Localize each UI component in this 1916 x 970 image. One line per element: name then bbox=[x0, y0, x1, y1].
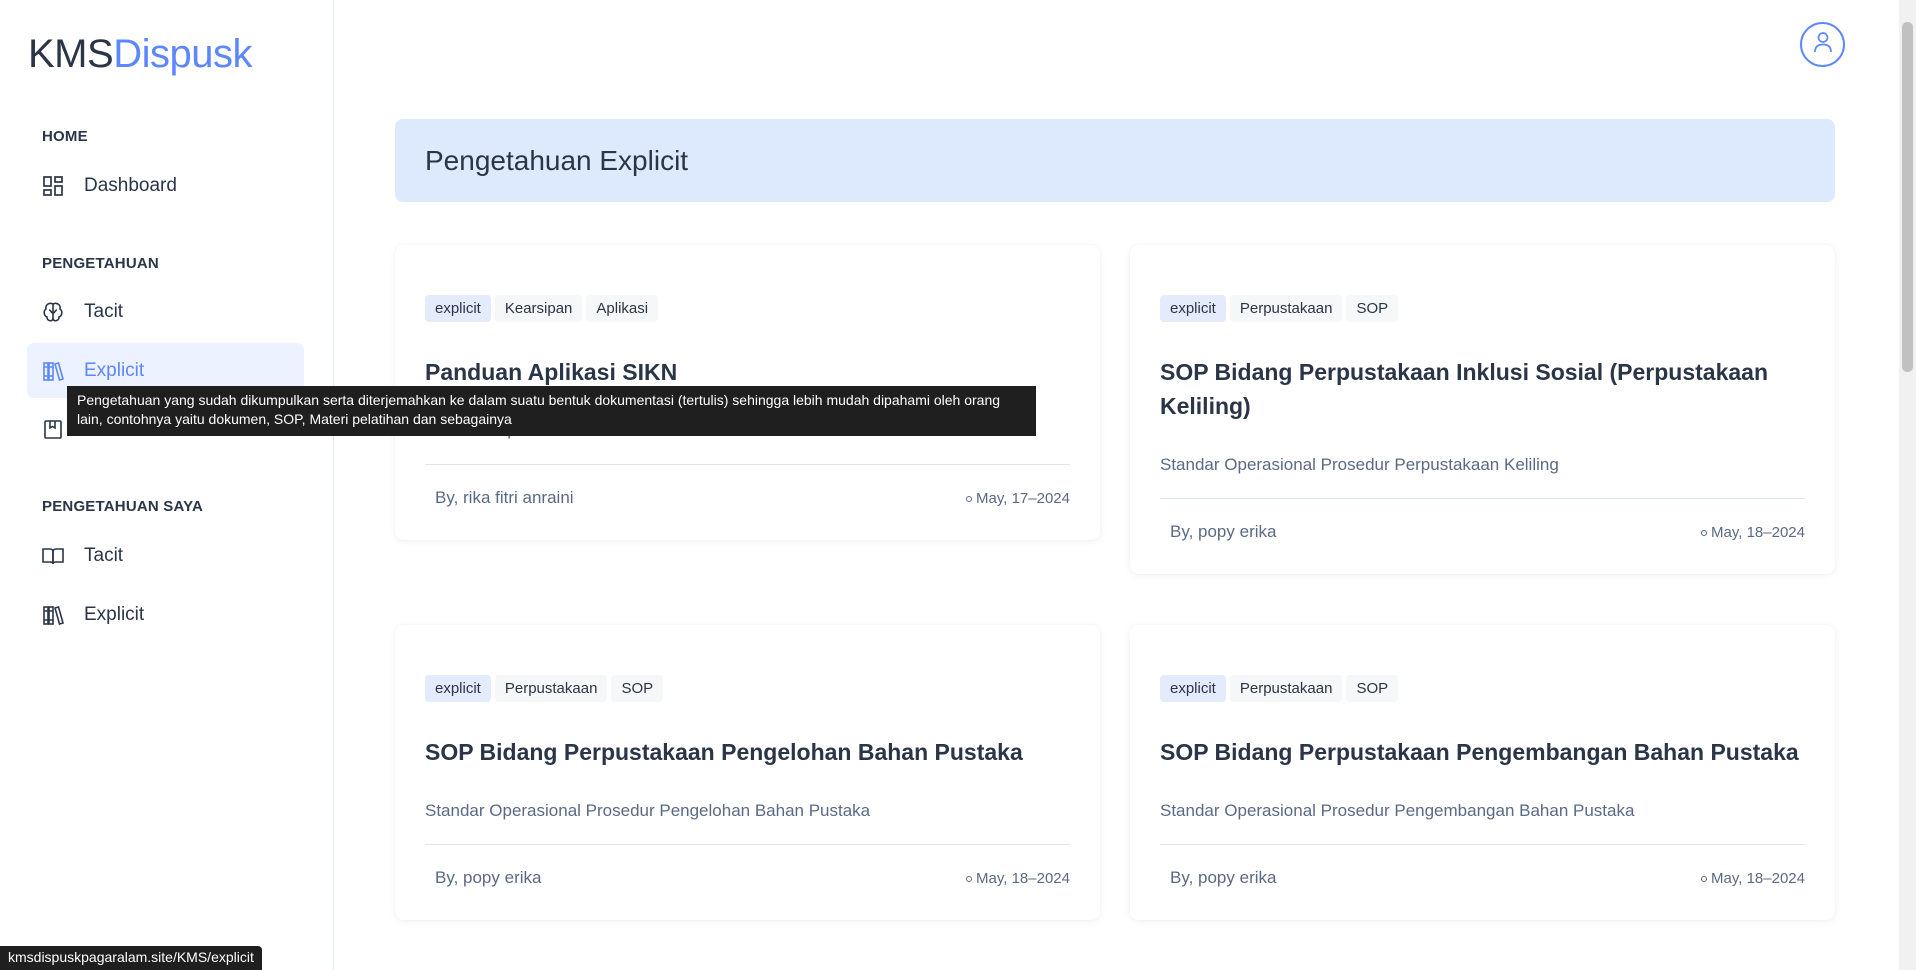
tag-badge[interactable]: Aplikasi bbox=[586, 295, 659, 322]
tag-badge[interactable]: explicit bbox=[1160, 675, 1226, 702]
knowledge-card[interactable]: explicit Perpustakaan SOP SOP Bidang Per… bbox=[1130, 625, 1835, 920]
card-title[interactable]: SOP Bidang Perpustakaan Inklusi Sosial (… bbox=[1160, 355, 1810, 423]
card-title[interactable]: SOP Bidang Perpustakaan Pengelohan Bahan… bbox=[425, 735, 1075, 769]
sidebar-item-label: Tacit bbox=[84, 300, 124, 322]
sidebar: KMSDispusk HOME Dashboard PENGETAHUAN Ta… bbox=[0, 0, 334, 970]
date-dot-icon bbox=[966, 495, 973, 502]
card-description: Standar Operasional Prosedur Pengelohan … bbox=[425, 801, 871, 820]
card-date: May, 18–2024 bbox=[966, 870, 1070, 887]
tag-badge[interactable]: SOP bbox=[1346, 295, 1399, 322]
divider bbox=[425, 464, 1070, 465]
card-title[interactable]: SOP Bidang Perpustakaan Pengembangan Bah… bbox=[1160, 735, 1810, 769]
user-icon bbox=[1813, 31, 1833, 58]
sidebar-item-my-tacit[interactable]: Tacit bbox=[27, 528, 304, 583]
card-date-text: May, 18–2024 bbox=[976, 870, 1070, 887]
nav-caption-pengetahuan: PENGETAHUAN bbox=[42, 255, 159, 272]
nav-caption-pengetahuan-saya: PENGETAHUAN SAYA bbox=[42, 498, 204, 515]
card-description: Standar Operasional Prosedur Pengembanga… bbox=[1160, 801, 1635, 820]
tag-badge[interactable]: explicit bbox=[425, 675, 491, 702]
tag-badge[interactable]: explicit bbox=[425, 295, 491, 322]
brain-icon bbox=[42, 301, 64, 323]
date-dot-icon bbox=[966, 875, 973, 882]
tag-list: explicit Perpustakaan SOP bbox=[1160, 675, 1399, 702]
sidebar-item-dashboard[interactable]: Dashboard bbox=[27, 158, 304, 213]
tag-badge[interactable]: Perpustakaan bbox=[1229, 295, 1343, 322]
scrollbar[interactable] bbox=[1899, 0, 1916, 970]
logo-part-kms: KMS bbox=[28, 32, 114, 76]
sidebar-item-tacit[interactable]: Tacit bbox=[27, 284, 304, 339]
status-bar-url: kmsdispuskpagaralam.site/KMS/explicit bbox=[0, 946, 262, 970]
sidebar-item-label: Tacit bbox=[84, 544, 124, 566]
book-open-icon bbox=[42, 545, 64, 567]
page-banner: Pengetahuan Explicit bbox=[395, 119, 1835, 202]
date-dot-icon bbox=[1701, 529, 1708, 536]
card-author: By, popy erika bbox=[435, 868, 542, 887]
tag-badge[interactable]: SOP bbox=[611, 675, 664, 702]
nav-caption-home: HOME bbox=[42, 128, 88, 145]
tag-badge[interactable]: SOP bbox=[1346, 675, 1399, 702]
card-date-text: May, 18–2024 bbox=[1711, 870, 1805, 887]
tag-list: explicit Kearsipan Aplikasi bbox=[425, 295, 659, 322]
tooltip: Pengetahuan yang sudah dikumpulkan serta… bbox=[67, 386, 1036, 436]
card-date-text: May, 17–2024 bbox=[976, 490, 1070, 507]
tag-list: explicit Perpustakaan SOP bbox=[1160, 295, 1399, 322]
sidebar-item-label: Explicit bbox=[84, 359, 145, 381]
tag-badge[interactable]: Perpustakaan bbox=[494, 675, 608, 702]
card-description: Standar Operasional Prosedur Perpustakaa… bbox=[1160, 455, 1559, 474]
card-date: May, 18–2024 bbox=[1701, 524, 1805, 541]
date-dot-icon bbox=[1701, 875, 1708, 882]
dashboard-icon bbox=[42, 175, 64, 197]
logo[interactable]: KMSDispusk bbox=[28, 32, 252, 77]
tag-badge[interactable]: Perpustakaan bbox=[1229, 675, 1343, 702]
tag-list: explicit Perpustakaan SOP bbox=[425, 675, 664, 702]
page-title: Pengetahuan Explicit bbox=[425, 144, 689, 176]
bookmark-book-icon bbox=[42, 418, 64, 440]
divider bbox=[425, 844, 1070, 845]
knowledge-card[interactable]: explicit Perpustakaan SOP SOP Bidang Per… bbox=[1130, 245, 1835, 574]
card-author: By, rika fitri anraini bbox=[435, 488, 574, 507]
books-icon bbox=[42, 360, 64, 382]
knowledge-card[interactable]: explicit Perpustakaan SOP SOP Bidang Per… bbox=[395, 625, 1100, 920]
logo-part-dispusk: Dispusk bbox=[113, 32, 252, 76]
user-profile-button[interactable] bbox=[1800, 22, 1845, 67]
card-date-text: May, 18–2024 bbox=[1711, 524, 1805, 541]
sidebar-item-my-explicit[interactable]: Explicit bbox=[27, 587, 304, 642]
card-author: By, popy erika bbox=[1170, 868, 1277, 887]
card-author: By, popy erika bbox=[1170, 522, 1277, 541]
sidebar-item-label: Explicit bbox=[84, 603, 145, 625]
card-date: May, 17–2024 bbox=[966, 490, 1070, 507]
divider bbox=[1160, 844, 1805, 845]
card-title[interactable]: Panduan Aplikasi SIKN bbox=[425, 355, 1075, 389]
tag-badge[interactable]: explicit bbox=[1160, 295, 1226, 322]
books-icon bbox=[42, 604, 64, 626]
sidebar-item-label: Dashboard bbox=[84, 174, 177, 196]
divider bbox=[1160, 498, 1805, 499]
tag-badge[interactable]: Kearsipan bbox=[494, 295, 583, 322]
card-date: May, 18–2024 bbox=[1701, 870, 1805, 887]
scrollbar-thumb[interactable] bbox=[1902, 22, 1913, 372]
